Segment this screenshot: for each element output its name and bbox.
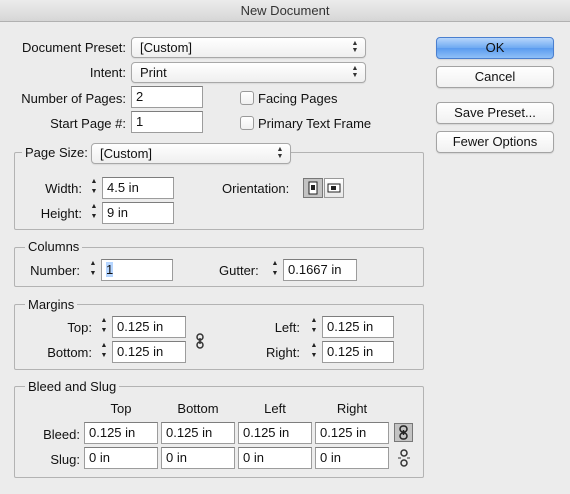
document-preset-label: Document Preset:	[21, 40, 126, 55]
document-preset-value: [Custom]	[140, 40, 193, 55]
bleed-slug-legend: Bleed and Slug	[25, 380, 120, 394]
margin-top-label: Top:	[67, 320, 92, 335]
fewer-options-button[interactable]: Fewer Options	[436, 131, 554, 153]
margin-left-stepper[interactable]: ▲ ▼	[307, 316, 321, 336]
popup-arrows-icon: ▲ ▼	[351, 65, 359, 79]
ok-button[interactable]: OK	[436, 37, 554, 59]
columns-number-value: 1	[106, 262, 114, 277]
margin-top-stepper[interactable]: ▲ ▼	[97, 316, 111, 336]
page-size-value: [Custom]	[100, 146, 153, 161]
col-right-header: Right	[336, 401, 368, 416]
slug-label: Slug:	[50, 452, 80, 467]
width-stepper[interactable]: ▲ ▼	[87, 177, 101, 197]
bleed-label: Bleed:	[43, 427, 80, 442]
facing-pages-label: Facing Pages	[258, 91, 338, 106]
primary-text-frame-label: Primary Text Frame	[258, 116, 372, 131]
number-of-pages-label: Number of Pages:	[21, 91, 126, 106]
col-bottom-header: Bottom	[177, 401, 219, 416]
height-label: Height:	[40, 206, 82, 221]
margin-right-stepper[interactable]: ▲ ▼	[307, 341, 321, 361]
margins-legend: Margins	[25, 298, 78, 312]
col-left-header: Left	[264, 401, 286, 416]
intent-select[interactable]: Print ▲ ▼	[131, 62, 366, 83]
save-preset-button[interactable]: Save Preset...	[436, 102, 554, 124]
slug-bottom-field[interactable]: 0 in	[161, 447, 235, 469]
col-top-header: Top	[110, 401, 132, 416]
height-stepper[interactable]: ▲ ▼	[87, 202, 101, 222]
slug-left-field[interactable]: 0 in	[238, 447, 312, 469]
intent-label: Intent:	[89, 65, 126, 80]
orientation-label: Orientation:	[222, 181, 290, 196]
popup-arrows-icon: ▲ ▼	[276, 146, 284, 160]
start-page-label: Start Page #:	[50, 116, 126, 131]
page-size-legend: Page Size:	[22, 146, 91, 160]
slug-right-field[interactable]: 0 in	[315, 447, 389, 469]
margin-left-label: Left:	[274, 320, 300, 335]
primary-text-frame-checkbox[interactable]	[240, 116, 254, 130]
gutter-stepper[interactable]: ▲ ▼	[268, 259, 282, 279]
bleed-top-field[interactable]: 0.125 in	[84, 422, 158, 444]
bleed-left-field[interactable]: 0.125 in	[238, 422, 312, 444]
margin-bottom-stepper[interactable]: ▲ ▼	[97, 341, 111, 361]
gutter-label: Gutter:	[219, 263, 259, 278]
margin-bottom-field[interactable]: 0.125 in	[112, 341, 186, 363]
popup-arrows-icon: ▲ ▼	[351, 40, 359, 54]
margin-left-field[interactable]: 0.125 in	[322, 316, 394, 338]
bleed-right-field[interactable]: 0.125 in	[315, 422, 389, 444]
columns-legend: Columns	[25, 240, 83, 254]
chain-link-icon[interactable]	[394, 423, 413, 442]
width-field[interactable]: 4.5 in	[102, 177, 174, 199]
gutter-field[interactable]: 0.1667 in	[283, 259, 357, 281]
cancel-button[interactable]: Cancel	[436, 66, 554, 88]
columns-number-stepper[interactable]: ▲ ▼	[86, 259, 100, 279]
bleed-bottom-field[interactable]: 0.125 in	[161, 422, 235, 444]
columns-number-label: Number:	[30, 263, 80, 278]
number-of-pages-field[interactable]: 2	[131, 86, 203, 108]
slug-top-field[interactable]: 0 in	[84, 447, 158, 469]
width-label: Width:	[45, 181, 82, 196]
chain-link-icon[interactable]	[193, 332, 207, 350]
margin-right-label: Right:	[266, 345, 300, 360]
chain-unlink-icon[interactable]	[396, 449, 412, 467]
facing-pages-checkbox[interactable]	[240, 91, 254, 105]
start-page-field[interactable]: 1	[131, 111, 203, 133]
intent-value: Print	[140, 65, 167, 80]
margin-bottom-label: Bottom:	[47, 345, 92, 360]
columns-number-field[interactable]: 1	[101, 259, 173, 281]
window-title: New Document	[0, 0, 570, 22]
height-field[interactable]: 9 in	[102, 202, 174, 224]
portrait-orientation-icon[interactable]	[303, 178, 323, 198]
landscape-orientation-icon[interactable]	[324, 178, 344, 198]
margin-right-field[interactable]: 0.125 in	[322, 341, 394, 363]
document-preset-select[interactable]: [Custom] ▲ ▼	[131, 37, 366, 58]
margin-top-field[interactable]: 0.125 in	[112, 316, 186, 338]
page-size-select[interactable]: [Custom] ▲ ▼	[91, 143, 291, 164]
